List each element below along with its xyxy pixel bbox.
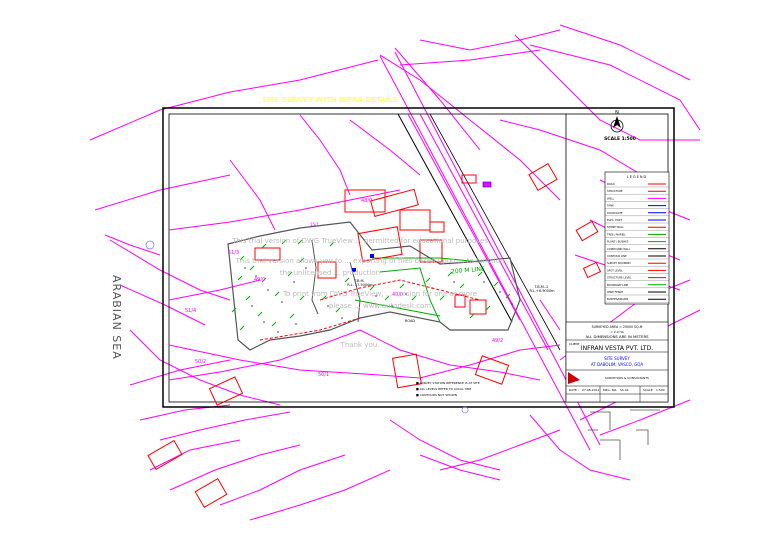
survey-no-3: 50/2 bbox=[195, 359, 206, 365]
legend-item-label: BUSHES/DRAINS bbox=[607, 297, 629, 301]
survey-no-6: 49/0 bbox=[254, 277, 265, 283]
sea-label: ARABIAN SEA bbox=[110, 275, 123, 360]
survey-no-4: 50/1 bbox=[318, 372, 329, 378]
legend-item-label: BOUNDARY LINE bbox=[607, 283, 629, 287]
project-line-2: AT DABOLIM, VASCO, GOA bbox=[591, 362, 644, 367]
watermark: This trial version of DWG TrueView ... p… bbox=[231, 237, 504, 349]
survey-no-9: 15/1 bbox=[310, 222, 319, 227]
survey-no-7: 49/2 bbox=[492, 338, 503, 344]
company-name: SURVEYORS & CONSULTANTS bbox=[605, 376, 649, 380]
scale-tb-value: 1:500 bbox=[656, 388, 665, 392]
legend-item-label: TREE / NARIEL bbox=[607, 232, 626, 236]
north-label: N bbox=[615, 110, 619, 116]
note-1: ■ SURVEY STATION REFERENCE IS AT SITE bbox=[416, 381, 480, 385]
tbm-left-line2: R.L. 17.5000m bbox=[347, 283, 373, 287]
note-3: ■ CONTOURS NOT SHOWN bbox=[416, 393, 457, 397]
scale-tb-label: SCALE bbox=[643, 388, 653, 392]
legend-item-label: PLANT / BUSHES bbox=[607, 240, 629, 244]
legend-item-label: ELEC. POST bbox=[607, 218, 622, 222]
survey-no-5: 48/0 bbox=[361, 198, 372, 204]
road-label: ROAD bbox=[405, 319, 416, 323]
drawing-label: DRG. NO. bbox=[603, 388, 617, 392]
watermark-line-5: please ... www.autodesk.com bbox=[329, 302, 431, 310]
watermark-line-1: This trial version of DWG TrueView ... p… bbox=[231, 237, 488, 245]
north-arrow-icon bbox=[610, 116, 624, 133]
drawing-value: SS-01 bbox=[620, 388, 629, 392]
watermark-line-2: This trial version allows you to ... exp… bbox=[235, 257, 505, 265]
client-name: INFRAN VESTA PVT. LTD. bbox=[581, 345, 653, 352]
legend-item-label: WELL bbox=[607, 196, 615, 200]
outer-structures bbox=[588, 409, 660, 460]
tbm-right-line2: R.L.+6.9000m bbox=[529, 289, 555, 293]
dims-note: ALL DIMENSIONS ARE IN METERS bbox=[585, 334, 649, 339]
survey-no-1: 51/3 bbox=[228, 250, 239, 256]
note-2: ■ ALL LEVELS REFER TO LOCAL TBM bbox=[416, 387, 472, 391]
date-value: 27-08-2011 bbox=[582, 388, 600, 392]
area-line: SURVEYED AREA = 20000 SQ.M bbox=[592, 325, 643, 329]
watermark-line-4: To print from DWG TrueView, ... version … bbox=[282, 290, 477, 298]
watermark-line-3: the unlicensed ... production bbox=[280, 269, 380, 277]
tbm-right: T.B.M.-2 R.L.+6.9000m bbox=[529, 285, 555, 293]
watermark-line-6: Thank you. bbox=[340, 341, 380, 349]
client-label: CLIENT : bbox=[569, 342, 582, 346]
legend-item-label: ROAD bbox=[607, 182, 615, 186]
cad-drawing: ROAD STRUCTURE WELL TANK DOOR/GATE ELEC. POST… bbox=[89, 24, 701, 521]
legend-item-label: STRUCTURE LEVEL bbox=[607, 276, 632, 280]
legend-item-label: WIRE FENCE bbox=[607, 290, 623, 294]
drawing-title: SITE SURVEY WITH INFRA DETAILS bbox=[262, 96, 398, 104]
tbm-left: T.B.M. R.L. 17.5000m bbox=[347, 279, 373, 287]
legend-item-label: SURVEY BOUNDRY bbox=[607, 261, 631, 265]
legend-item-label: STRUCTURE bbox=[607, 189, 623, 193]
legend-item-label: DOOR/GATE bbox=[607, 211, 623, 215]
legend-title: LEGEND bbox=[627, 175, 647, 179]
legend-item-label: SPOT LEVEL bbox=[607, 268, 623, 272]
legend-item-label: COMPOUND WALL bbox=[607, 247, 631, 251]
legend-item-label: TANK bbox=[607, 204, 614, 208]
scale-label: SCALE 1:500 bbox=[604, 136, 636, 142]
text-layer: SITE SURVEY WITH INFRA DETAILS ARABIAN S… bbox=[110, 96, 665, 397]
survey-no-2: 51/4 bbox=[185, 308, 196, 314]
project-line-1: SITE SURVEY bbox=[604, 356, 630, 361]
legend-item-label: STONE WALL bbox=[607, 225, 624, 229]
legend-box: ROAD STRUCTURE WELL TANK DOOR/GATE ELEC. POST… bbox=[604, 171, 670, 305]
date-label: DATE : bbox=[569, 388, 579, 392]
legend-item-label: CONTOUR LINE bbox=[607, 254, 627, 258]
